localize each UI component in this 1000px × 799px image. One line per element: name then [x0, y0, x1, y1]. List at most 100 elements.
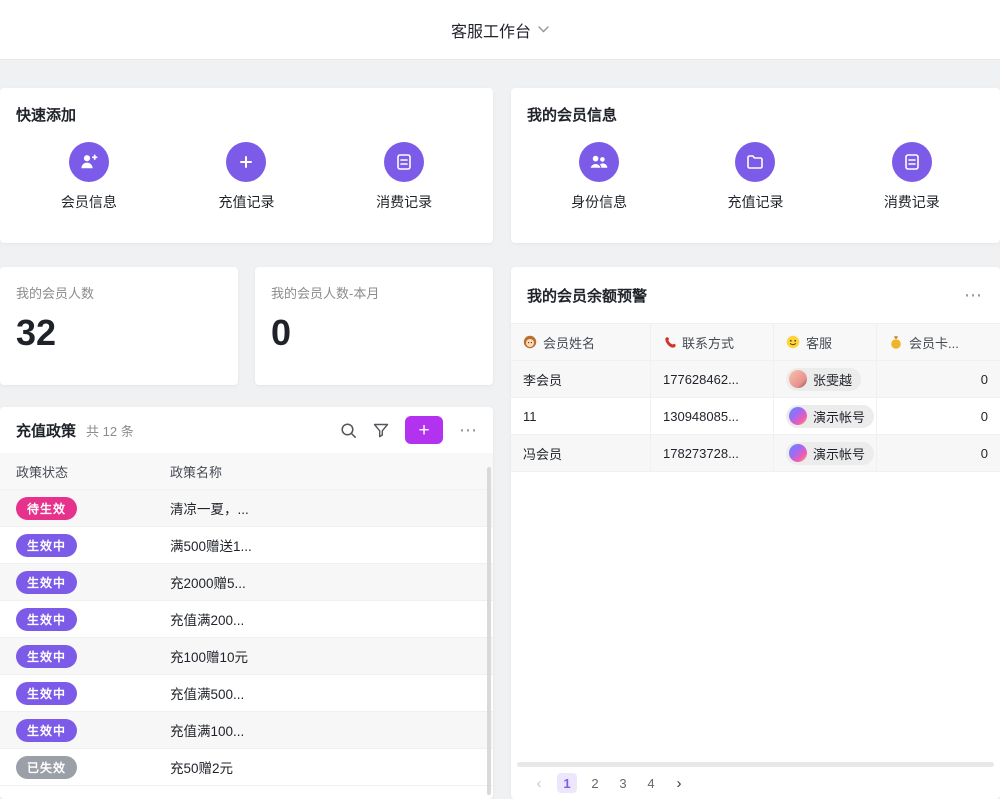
quick-add-member-label: 会员信息: [61, 192, 117, 212]
vertical-scrollbar[interactable]: [487, 467, 491, 795]
cell-contact: 177628462...: [651, 361, 774, 398]
quick-add-consume-button[interactable]: 消费记录: [376, 142, 432, 212]
col-agent[interactable]: 客服: [774, 324, 877, 361]
policy-name: 满500赠送1...: [154, 527, 493, 564]
folder-icon: [735, 142, 775, 182]
cell-contact: 178273728...: [651, 435, 774, 472]
member-count-value: 32: [16, 312, 222, 354]
recharge-record-button[interactable]: 充值记录: [727, 142, 783, 212]
quick-add-title: 快速添加: [0, 88, 493, 140]
cell-balance: 0: [877, 398, 1000, 435]
col-agent-label: 客服: [806, 333, 832, 352]
agent-chip[interactable]: 演示帐号: [786, 442, 874, 465]
status-badge: 生效中: [16, 682, 77, 705]
search-icon[interactable]: [340, 422, 357, 439]
table-row[interactable]: 生效中 充值满100...: [0, 712, 493, 749]
my-member-info-card: 我的会员信息 身份信息 充值记录: [511, 88, 1000, 243]
policy-name: 充值满200...: [154, 601, 493, 638]
pagination-page-4[interactable]: 4: [641, 773, 661, 793]
quick-add-recharge-button[interactable]: 充值记录: [218, 142, 274, 212]
balance-table: 会员姓名 联系方式 客服 会员卡... 李会员: [511, 323, 1000, 472]
consume-record-button[interactable]: 消费记录: [884, 142, 940, 212]
horizontal-scrollbar[interactable]: [517, 762, 994, 767]
avatar: [789, 407, 807, 425]
table-row[interactable]: 已失效 充50赠2元: [0, 749, 493, 786]
cell-member-name: 11: [511, 398, 651, 435]
plus-icon: [226, 142, 266, 182]
add-record-button[interactable]: +: [405, 416, 443, 444]
agent-chip[interactable]: 演示帐号: [786, 405, 874, 428]
policy-name: 充100赠10元: [154, 638, 493, 675]
cell-agent: 演示帐号: [774, 435, 877, 472]
status-badge: 生效中: [16, 719, 77, 742]
pagination-next-icon[interactable]: ›: [669, 773, 689, 793]
policy-table-header: 政策状态 政策名称: [0, 453, 493, 490]
agent-name: 演示帐号: [813, 444, 865, 463]
member-count-month-card: 我的会员人数-本月 0: [255, 267, 493, 385]
receipt-icon: [384, 142, 424, 182]
table-row[interactable]: 生效中 充2000赠5...: [0, 564, 493, 601]
policy-name: 充2000赠5...: [154, 564, 493, 601]
policy-name: 充值满100...: [154, 712, 493, 749]
pagination-prev-icon[interactable]: ‹: [529, 773, 549, 793]
recharge-policy-title: 充值政策: [16, 420, 76, 441]
pagination-page-1[interactable]: 1: [557, 773, 577, 793]
member-icon: [523, 335, 537, 349]
policy-name: 清凉一夏，...: [154, 490, 493, 527]
phone-icon: [663, 336, 676, 349]
avatar: [789, 370, 807, 388]
identity-info-label: 身份信息: [571, 192, 627, 212]
pagination: ‹ 1 2 3 4 ›: [529, 773, 689, 793]
col-member-card-label: 会员卡...: [909, 333, 959, 352]
pagination-page-2[interactable]: 2: [585, 773, 605, 793]
table-row[interactable]: 11 130948085... 演示帐号 0: [511, 398, 1000, 435]
table-row[interactable]: 待生效 清凉一夏，...: [0, 490, 493, 527]
table-row[interactable]: 生效中 满500赠送1...: [0, 527, 493, 564]
workspace-switcher[interactable]: 客服工作台: [451, 18, 549, 42]
status-badge: 生效中: [16, 534, 77, 557]
quick-add-recharge-label: 充值记录: [218, 192, 274, 212]
balance-warning-title: 我的会员余额预警: [527, 285, 647, 306]
receipt-icon: [892, 142, 932, 182]
col-contact-label: 联系方式: [682, 333, 734, 352]
table-row[interactable]: 冯会员 178273728... 演示帐号 0: [511, 435, 1000, 472]
page-title: 客服工作台: [451, 18, 531, 42]
col-policy-status[interactable]: 政策状态: [0, 453, 154, 490]
cell-contact: 130948085...: [651, 398, 774, 435]
pagination-page-3[interactable]: 3: [613, 773, 633, 793]
avatar: [789, 444, 807, 462]
more-icon[interactable]: ⋯: [964, 286, 984, 304]
group-icon: [579, 142, 619, 182]
col-contact[interactable]: 联系方式: [651, 324, 774, 361]
table-row[interactable]: 生效中 充值满500...: [0, 675, 493, 712]
table-row[interactable]: 生效中 充100赠10元: [0, 638, 493, 675]
agent-chip[interactable]: 张雯越: [786, 368, 861, 391]
status-badge: 生效中: [16, 645, 77, 668]
cell-balance: 0: [877, 361, 1000, 398]
col-member-card[interactable]: 会员卡...: [877, 324, 1000, 361]
cell-member-name: 李会员: [511, 361, 651, 398]
more-icon[interactable]: ⋯: [459, 421, 479, 439]
recharge-record-label: 充值记录: [727, 192, 783, 212]
status-badge: 已失效: [16, 756, 77, 779]
my-member-info-title: 我的会员信息: [511, 88, 1000, 140]
table-row[interactable]: 李会员 177628462... 张雯越 0: [511, 361, 1000, 398]
cell-agent: 演示帐号: [774, 398, 877, 435]
status-badge: 生效中: [16, 571, 77, 594]
balance-table-header: 会员姓名 联系方式 客服 会员卡...: [511, 323, 1000, 361]
quick-add-member-button[interactable]: 会员信息: [61, 142, 117, 212]
col-member-name-label: 会员姓名: [543, 333, 595, 352]
table-row[interactable]: 生效中 充值满200...: [0, 601, 493, 638]
member-count-label: 我的会员人数: [16, 283, 222, 302]
filter-icon[interactable]: [373, 422, 389, 438]
identity-info-button[interactable]: 身份信息: [571, 142, 627, 212]
cell-agent: 张雯越: [774, 361, 877, 398]
recharge-policy-card: 充值政策 共 12 条 + ⋯ 政策状态 政策名称 待生效 清凉一夏，... 生…: [0, 407, 493, 799]
col-policy-name[interactable]: 政策名称: [154, 453, 493, 490]
record-count: 共 12 条: [86, 421, 134, 440]
col-member-name[interactable]: 会员姓名: [511, 324, 651, 361]
member-count-month-value: 0: [271, 312, 477, 354]
status-badge: 待生效: [16, 497, 77, 520]
app-header: 客服工作台: [0, 0, 1000, 60]
agent-name: 张雯越: [813, 370, 852, 389]
